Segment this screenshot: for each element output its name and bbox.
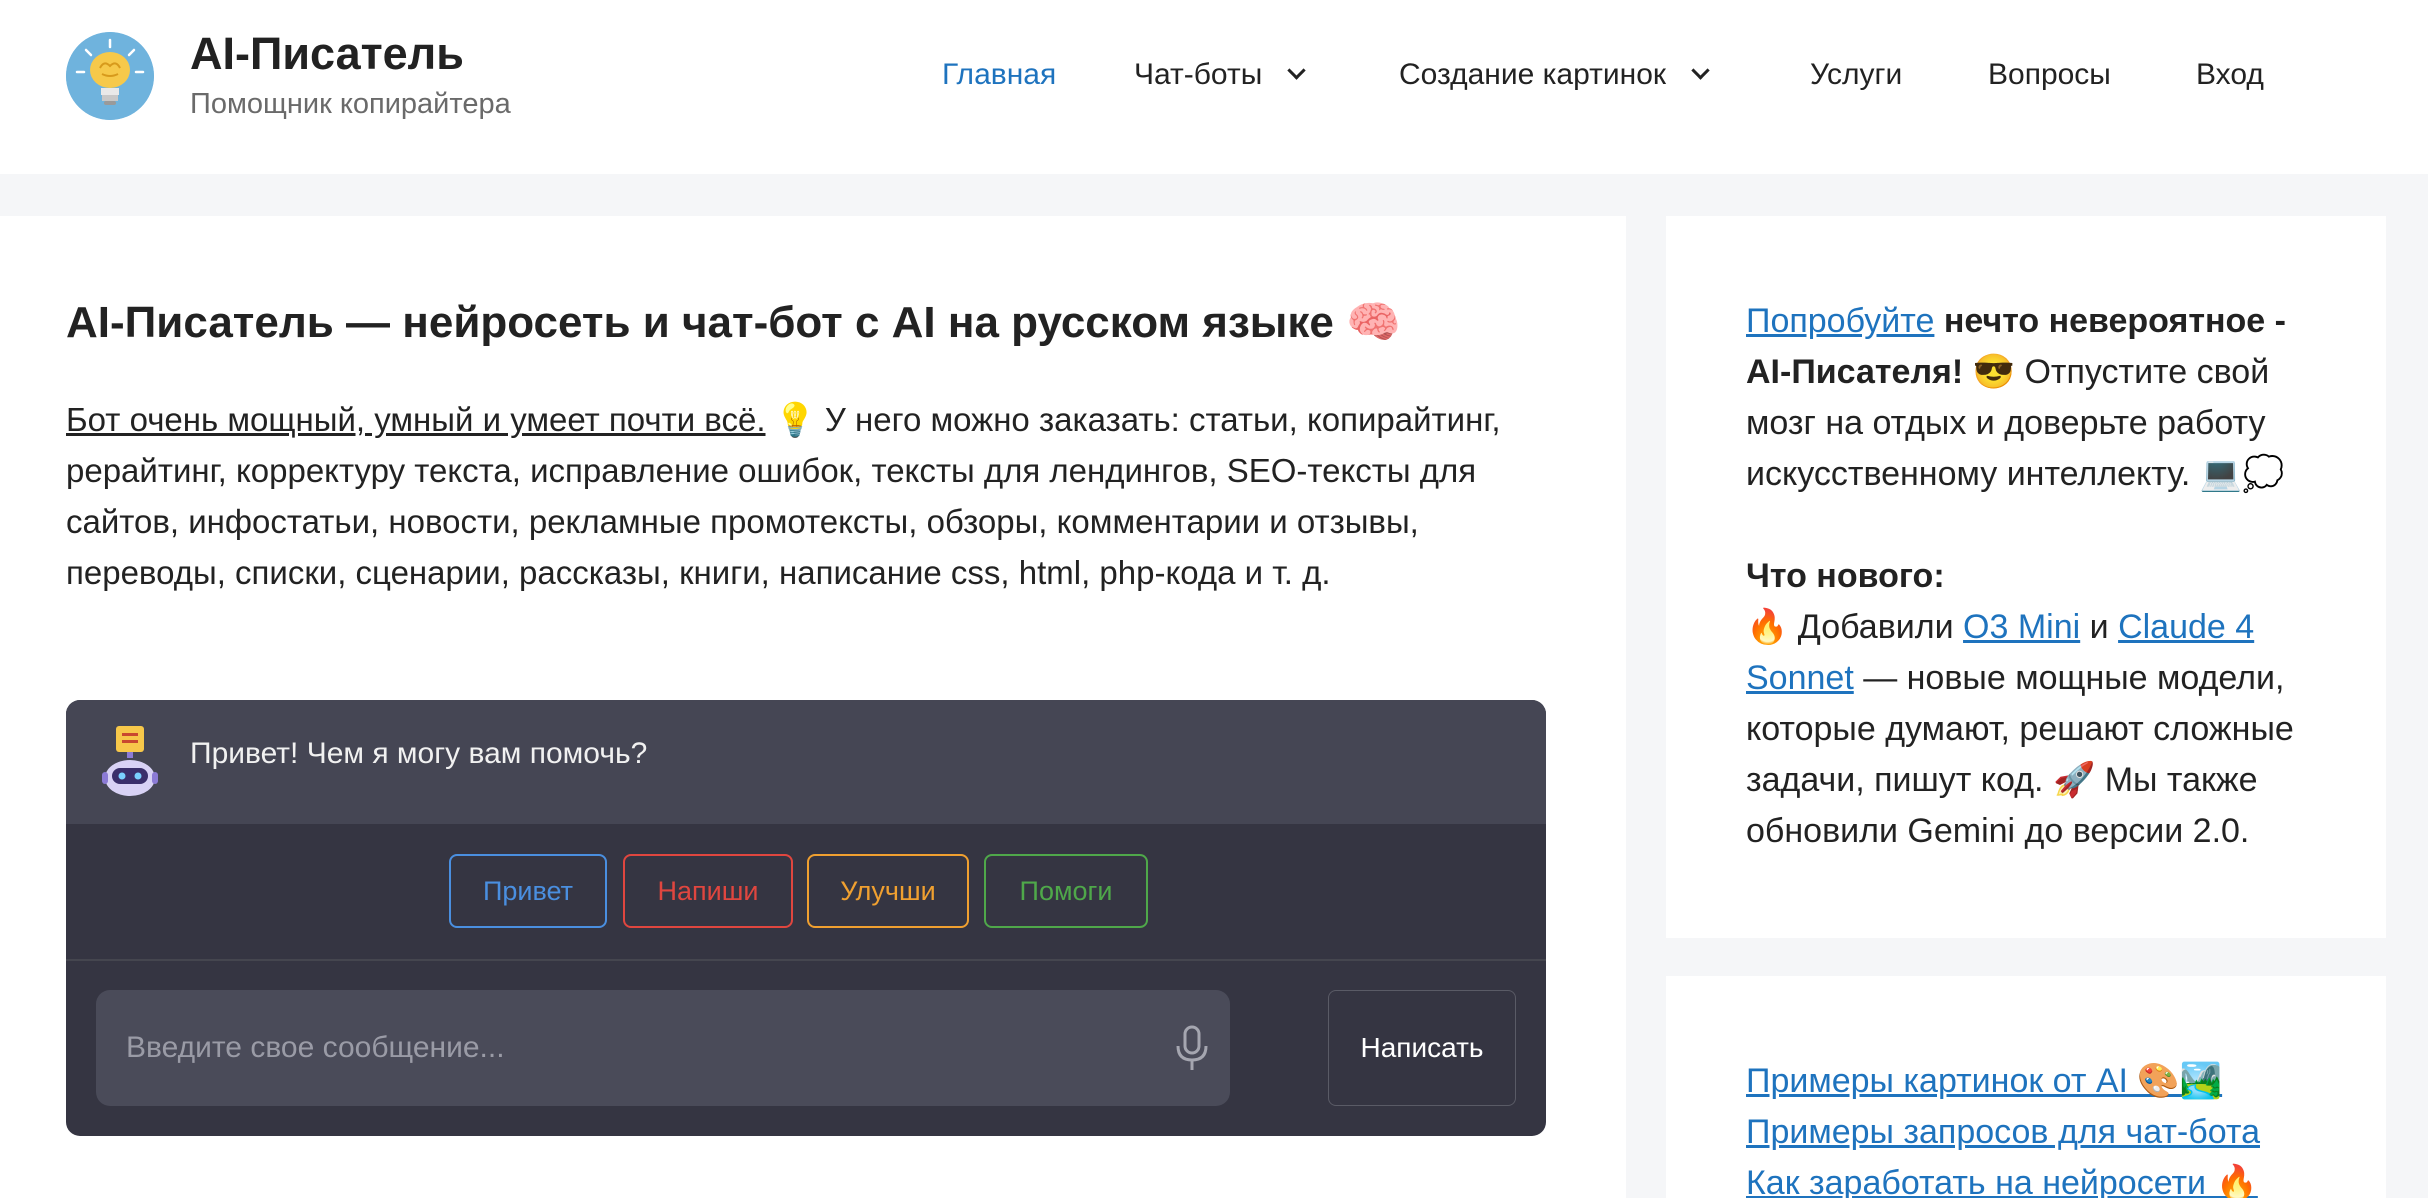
quick-reply-improve[interactable]: Улучши — [807, 854, 969, 928]
chat-divider — [66, 959, 1546, 961]
page-title: AI-Писатель — нейросеть и чат-бот с AI н… — [66, 298, 1401, 347]
nav-item-questions[interactable]: Вопросы — [1988, 58, 2111, 92]
o3-mini-link[interactable]: O3 Mini — [1963, 608, 2080, 646]
nav-item-image-creation[interactable]: Создание картинок — [1399, 58, 1710, 92]
quick-reply-hello[interactable]: Привет — [449, 854, 607, 928]
sidebar-link-earn-money[interactable]: Как заработать на нейросети 🔥 — [1746, 1158, 2260, 1198]
intro-lead-link[interactable]: Бот очень мощный, умный и умеет почти вс… — [66, 401, 766, 438]
news-mid: и — [2080, 608, 2119, 646]
site-header: AI-Писатель Помощник копирайтера Главная… — [0, 0, 2428, 174]
chevron-down-icon — [1691, 61, 1710, 80]
nav-label: Чат-боты — [1134, 58, 1263, 91]
quick-reply-help[interactable]: Помоги — [984, 854, 1148, 928]
bot-greeting: Привет! Чем я могу вам помочь? — [190, 737, 648, 770]
nav-label: Создание картинок — [1399, 58, 1667, 91]
chat-widget: Привет! Чем я могу вам помочь? Привет На… — [66, 700, 1546, 1136]
news-pre: 🔥 Добавили — [1746, 608, 1964, 646]
send-button[interactable]: Написать — [1328, 990, 1516, 1106]
quick-reply-write[interactable]: Напиши — [623, 854, 793, 928]
sidebar-link-image-examples[interactable]: Примеры картинок от AI 🎨🏞️ — [1746, 1056, 2260, 1107]
nav-label: Вопросы — [1988, 58, 2111, 91]
intro-paragraph: Бот очень мощный, умный и умеет почти вс… — [66, 394, 1566, 598]
sidebar-links: Примеры картинок от AI 🎨🏞️ Примеры запро… — [1746, 1056, 2260, 1198]
robot-icon — [100, 726, 160, 798]
nav-label: Главная — [942, 58, 1057, 91]
message-input-container — [96, 990, 1230, 1106]
sidebar-link-prompt-examples[interactable]: Примеры запросов для чат-бота — [1746, 1107, 2260, 1158]
site-title[interactable]: AI-Писатель — [190, 28, 464, 80]
chevron-down-icon — [1287, 61, 1306, 80]
message-input[interactable] — [126, 990, 1156, 1106]
nav-item-services[interactable]: Услуги — [1810, 58, 1902, 92]
lightbulb-brain-icon[interactable] — [66, 32, 154, 120]
sidebar-promo-text: Попробуйте нечто невероятное - AI-Писате… — [1746, 296, 2326, 857]
nav-item-home[interactable]: Главная — [942, 58, 1056, 92]
microphone-icon[interactable] — [1170, 1024, 1214, 1074]
site-tagline: Помощник копирайтера — [190, 88, 511, 120]
nav-item-login[interactable]: Вход — [2196, 58, 2264, 92]
nav-item-chatbots[interactable]: Чат-боты — [1134, 58, 1306, 92]
chat-header: Привет! Чем я могу вам помочь? — [66, 700, 1546, 824]
nav-label: Услуги — [1810, 58, 1903, 91]
news-heading: Что нового: — [1746, 557, 1945, 595]
nav-label: Вход — [2196, 58, 2264, 91]
try-link[interactable]: Попробуйте — [1746, 302, 1934, 340]
